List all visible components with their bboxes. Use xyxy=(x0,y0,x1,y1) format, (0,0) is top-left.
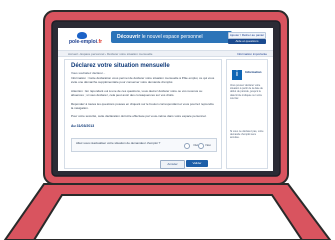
screen-content: pole-emploi.fr Découvrir le nouvel espac… xyxy=(58,28,273,171)
site-logo[interactable]: pole-emploi.fr xyxy=(69,32,102,45)
banner-text: le nouvel espace personnel xyxy=(141,34,203,40)
cancel-button[interactable]: Annuler xyxy=(160,160,185,169)
paragraph-information: Information : Cette déclaration vous per… xyxy=(71,76,215,84)
sidebar-title: Information xyxy=(245,70,262,74)
paragraph-instructions: Répondez à toutes les questions posées e… xyxy=(71,102,214,110)
page-title: Déclarez votre situation mensuelle xyxy=(71,63,170,69)
promo-banner[interactable]: Découvrir le nouvel espace personnel xyxy=(111,31,232,43)
logo-text: pole-emploi.fr xyxy=(69,39,103,45)
question-text: Allez-vous réactualiser votre situation … xyxy=(76,141,161,145)
info-sidebar: i Information Vous pouvez déclarer votre… xyxy=(226,59,268,169)
radio-yes[interactable] xyxy=(184,143,190,149)
sidebar-text: Vous pouvez déclarer votre situation à p… xyxy=(230,84,263,100)
radio-no-label: Non xyxy=(205,143,211,147)
paragraph-security: Pour votre sécurité, cette déclaration d… xyxy=(71,114,207,118)
breadcrumb-info-link[interactable]: Information importante xyxy=(237,51,267,58)
breadcrumb-path[interactable]: Accueil › Espace personnel › Déclarer vo… xyxy=(68,52,152,56)
info-icon: i xyxy=(232,70,242,80)
banner-prefix: Découvrir xyxy=(117,34,141,40)
logo-mark xyxy=(77,32,87,39)
declaration-panel: Déclarez votre situation mensuelle Vous … xyxy=(64,59,222,169)
page-subtitle: Vous souhaitez déclarer... xyxy=(71,71,106,75)
header-link-button[interactable]: Ajouter / Retirer au panier xyxy=(228,32,266,39)
paragraph-attention: Attention : En répondant oui à une de ce… xyxy=(71,89,203,97)
sidebar-note: Si vous ne déclarez pas, votre demande d… xyxy=(230,130,264,140)
radio-no[interactable] xyxy=(198,143,204,149)
submit-button[interactable]: Valider xyxy=(186,160,208,167)
help-button[interactable]: Aide et questions xyxy=(228,39,266,44)
site-header: pole-emploi.fr Découvrir le nouvel espac… xyxy=(58,28,273,50)
keyboard-area xyxy=(32,194,304,240)
breadcrumb: Accueil › Espace personnel › Déclarer vo… xyxy=(58,50,273,57)
declaration-date: Au 31/03/2013 xyxy=(71,124,95,128)
question-box: Allez-vous réactualiser votre situation … xyxy=(71,138,217,152)
